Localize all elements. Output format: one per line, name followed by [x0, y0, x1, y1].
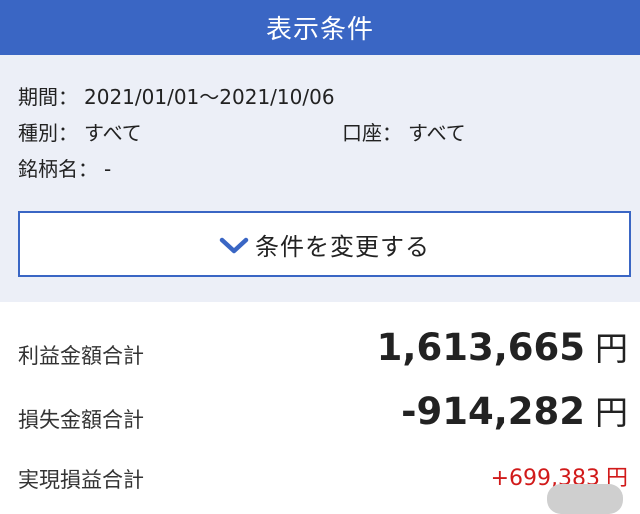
loss-total-value-group: -914,282 円: [401, 386, 628, 434]
change-conditions-button[interactable]: 条件を変更する: [18, 211, 631, 277]
realized-total-row: 実現損益合計 +699,383 円: [0, 446, 640, 510]
type-label: 種別：: [18, 121, 78, 145]
type-value: すべて: [84, 121, 142, 145]
profit-total-value-group: 1,613,665 円: [377, 322, 628, 370]
loss-total-row: 損失金額合計 -914,282 円: [0, 382, 640, 446]
page-title: 表示条件: [265, 15, 374, 45]
period-label: 期間：: [18, 85, 78, 109]
condition-type: 種別： すべて: [18, 117, 142, 146]
loss-total-value: -914,282: [401, 390, 585, 433]
change-conditions-label: 条件を変更する: [255, 232, 430, 261]
loss-total-unit: 円: [595, 393, 628, 432]
chevron-down-icon: [219, 237, 249, 254]
profit-total-label: 利益金額合計: [18, 344, 144, 368]
brand-value: -: [104, 157, 112, 181]
account-label: 口座：: [342, 121, 402, 145]
profit-total-value: 1,613,665: [376, 326, 585, 369]
condition-account: 口座： すべて: [342, 117, 466, 146]
account-value: すべて: [408, 121, 466, 145]
conditions-panel: 期間： 2021/01/01〜2021/10/06 種別： すべて 口座： すべて 銘…: [0, 55, 640, 302]
header-bar: 表示条件: [0, 0, 640, 55]
scroll-handle[interactable]: [547, 484, 623, 514]
condition-period: 期間： 2021/01/01〜2021/10/06: [18, 81, 335, 110]
brand-label: 銘柄名：: [18, 157, 98, 181]
profit-total-row: 利益金額合計 1,613,665 円: [0, 318, 640, 382]
realized-total-label: 実現損益合計: [18, 468, 144, 492]
condition-brand: 銘柄名： -: [18, 153, 111, 182]
period-value: 2021/01/01〜2021/10/06: [84, 85, 335, 109]
loss-total-label: 損失金額合計: [18, 408, 144, 432]
profit-total-unit: 円: [595, 329, 628, 368]
